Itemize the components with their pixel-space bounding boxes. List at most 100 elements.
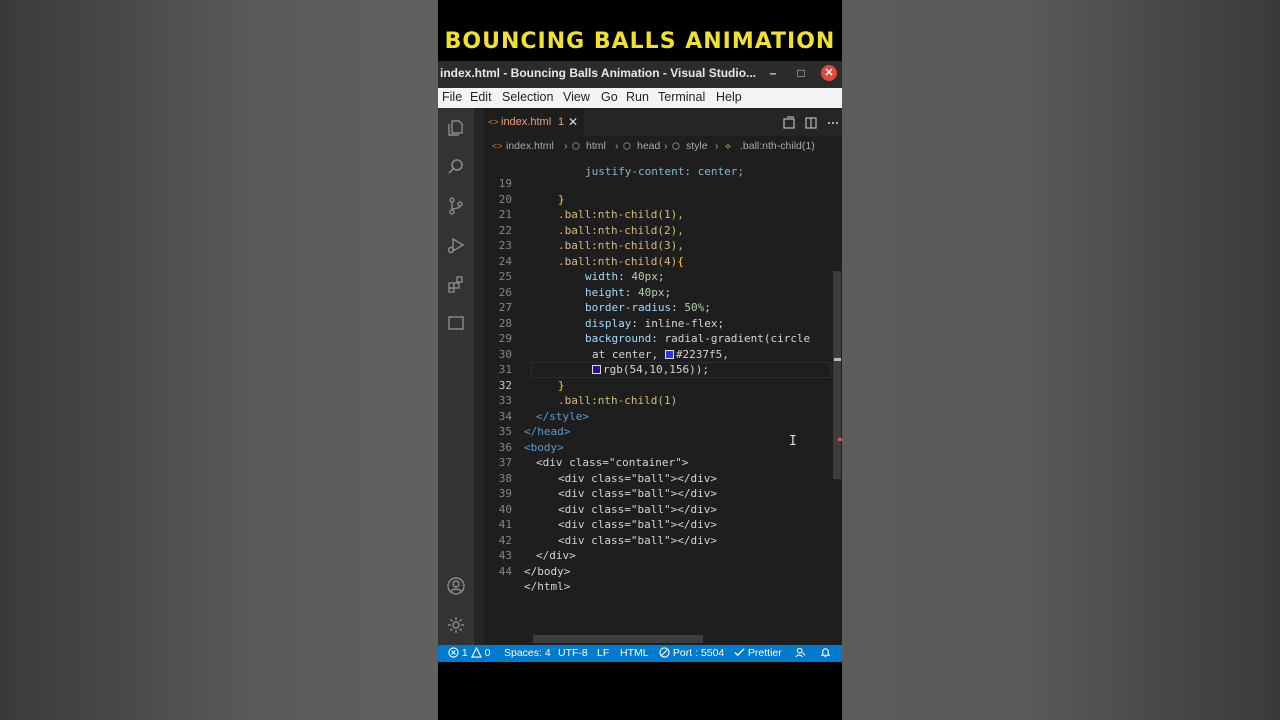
prettier-status[interactable]: Prettier (734, 645, 782, 662)
code-line: 29 at center, #2237f5, (484, 316, 834, 361)
error-count: 1 (461, 647, 468, 659)
breadcrumb-file[interactable]: index.html (506, 136, 554, 156)
code-line: 25 height: 40px; (484, 254, 834, 299)
breadcrumb-style[interactable]: style (686, 136, 708, 156)
menu-file[interactable]: File (442, 90, 462, 104)
encoding-status[interactable]: UTF-8 (558, 645, 588, 662)
code-line: 22 .ball:nth-child(3), (484, 207, 834, 253)
code-line: 34 </head> (484, 393, 834, 439)
menu-run[interactable]: Run (626, 90, 649, 104)
editor-tab-bar: <> index.html 1 ✕ (484, 108, 842, 136)
vertical-scrollbar[interactable] (833, 271, 841, 479)
code-line: 27 display: inline-flex; (484, 285, 834, 330)
double-check-icon (734, 648, 745, 657)
warning-icon (470, 646, 482, 658)
breadcrumb-selector[interactable]: .ball:nth-child(1) (740, 136, 815, 156)
feedback-icon[interactable] (795, 645, 806, 662)
explorer-icon[interactable] (446, 118, 466, 138)
overview-ruler-error-mark (838, 438, 842, 441)
remote-explorer-icon[interactable] (446, 313, 466, 333)
extensions-icon[interactable] (446, 274, 466, 294)
breadcrumb-separator-icon: › (715, 140, 719, 152)
code-line: 30 rgb(54,10,156)); (484, 331, 834, 377)
source-control-icon[interactable] (446, 196, 466, 216)
code-line: 35 <body> (484, 409, 834, 454)
code-line: 19 } (484, 161, 834, 206)
search-icon[interactable] (446, 157, 466, 177)
element-icon: ⬡ (623, 141, 631, 151)
overview-ruler-cursor-mark (834, 358, 841, 361)
code-line: 28 background: radial-gradient(circle (484, 300, 834, 346)
code-line: 20 .ball:nth-child(1), (484, 176, 834, 222)
video-frame: BOUNCING BALLS ANIMATION index.html - Bo… (438, 0, 842, 720)
warning-count: 0 (484, 647, 491, 659)
broadcast-icon (659, 647, 670, 658)
formatter-label: Prettier (747, 647, 782, 659)
open-changes-icon[interactable] (782, 115, 796, 129)
menu-go[interactable]: Go (601, 90, 618, 104)
error-icon (448, 647, 459, 658)
run-debug-icon[interactable] (446, 235, 466, 255)
code-line: 21 .ball:nth-child(2), (484, 192, 834, 237)
code-editor[interactable]: justify-content: center; 19 } 20 .ball:n… (484, 156, 834, 645)
code-line: 33 </style> (484, 378, 834, 423)
eol-status[interactable]: LF (597, 645, 609, 662)
tab-close-icon[interactable]: ✕ (568, 108, 578, 136)
menu-help[interactable]: Help (716, 90, 742, 104)
line-number: 44 (498, 564, 512, 578)
account-icon[interactable] (446, 576, 466, 596)
menu-bar: File Edit Selection View Go Run Terminal… (438, 88, 842, 108)
breadcrumb-separator-icon: › (615, 140, 619, 152)
element-icon: ⬡ (672, 141, 680, 151)
status-bar: 1 0 Spaces: 4 UTF-8 LF HTML Port : 5504 … (438, 645, 842, 662)
code-line-current: 32 .ball:nth-child(1) (484, 362, 834, 408)
port-label: Port : 5504 (672, 647, 725, 659)
breadcrumb-head[interactable]: head (637, 136, 660, 156)
menu-terminal[interactable]: Terminal (658, 90, 705, 104)
code-line: 41 <div class="ball"></div> (484, 502, 834, 547)
minimize-button[interactable]: – (765, 65, 781, 81)
breadcrumb-separator-icon: › (664, 140, 668, 152)
breadcrumb-separator-icon: › (564, 140, 568, 152)
code-line: 26 border-radius: 50%; (484, 269, 834, 315)
more-actions-icon[interactable] (826, 115, 840, 129)
menu-view[interactable]: View (563, 90, 590, 104)
problems-status[interactable]: 1 0 (448, 645, 490, 662)
horizontal-scrollbar[interactable] (533, 635, 703, 643)
code-line: 42 </div> (484, 517, 834, 563)
tab-filename: index.html (501, 116, 552, 128)
maximize-button[interactable]: □ (793, 65, 809, 81)
sidebar-edge (474, 108, 484, 645)
video-banner-title: BOUNCING BALLS ANIMATION (444, 29, 836, 54)
code-line: 43 </body> (484, 533, 834, 578)
window-title: index.html - Bouncing Balls Animation - … (440, 66, 757, 80)
window-titlebar: index.html - Bouncing Balls Animation - … (438, 61, 842, 88)
html-file-icon: <> (488, 117, 499, 127)
code-line: 37 <div class="ball"></div> (484, 440, 834, 485)
language-status[interactable]: HTML (620, 645, 649, 662)
notifications-bell-icon[interactable] (820, 645, 831, 662)
code-line: 23 .ball:nth-child(4){ (484, 223, 834, 268)
code-line: 39 <div class="ball"></div> (484, 471, 834, 516)
tab-problem-count: 1 (558, 116, 565, 128)
code-line: 44 </html> (484, 548, 834, 594)
split-editor-icon[interactable] (804, 115, 818, 129)
code-text: </body> (524, 564, 571, 578)
code-line: 24 width: 40px; (484, 238, 834, 284)
activity-bar (438, 108, 474, 645)
breadcrumb-html-icon: <> (492, 141, 503, 151)
live-server-status[interactable]: Port : 5504 (659, 645, 724, 662)
element-icon: ⬡ (572, 141, 580, 151)
code-line: 40 <div class="ball"></div> (484, 486, 834, 532)
indentation-status[interactable]: Spaces: 4 (504, 645, 551, 662)
breadcrumb-html[interactable]: html (586, 136, 606, 156)
selector-icon: ⟡ (725, 141, 731, 151)
mouse-ibeam-cursor: I (789, 434, 797, 449)
tab-index-html[interactable]: <> index.html 1 ✕ (484, 108, 584, 136)
breadcrumb: <> index.html › ⬡ html › ⬡ head › ⬡ styl… (484, 136, 842, 156)
code-line: 31 } (484, 347, 834, 392)
settings-gear-icon[interactable] (446, 615, 466, 635)
menu-edit[interactable]: Edit (470, 90, 492, 104)
close-window-button[interactable]: ✕ (821, 65, 837, 81)
menu-selection[interactable]: Selection (502, 90, 553, 104)
